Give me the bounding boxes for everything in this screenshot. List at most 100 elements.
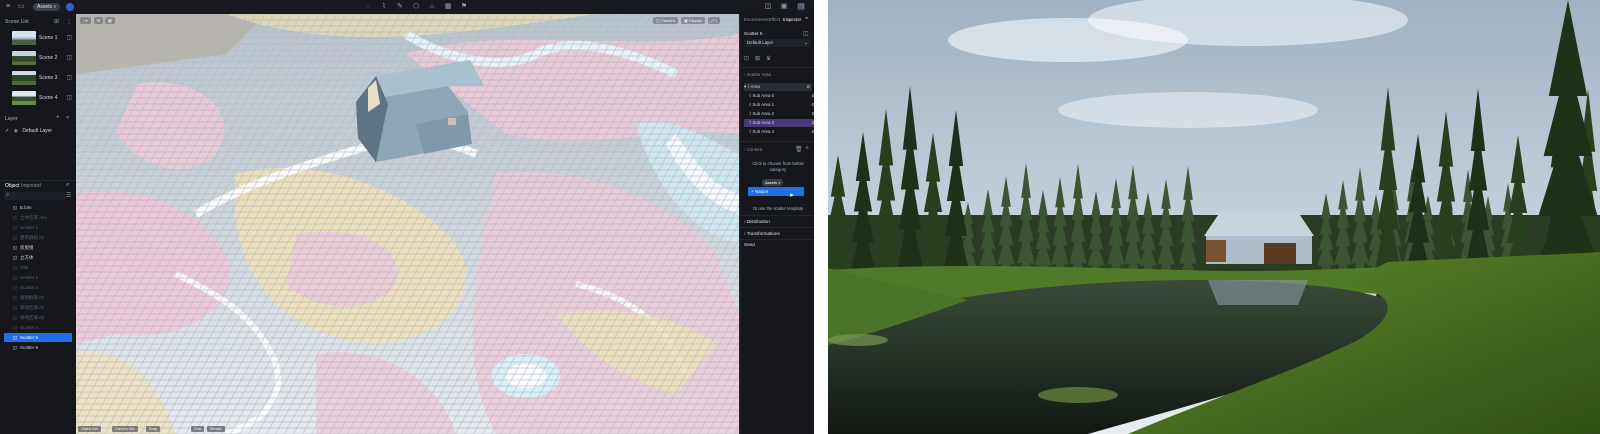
snap-icon[interactable]: ⊞ xyxy=(94,17,104,24)
add-icon[interactable]: + xyxy=(805,145,809,152)
add-layer-icon[interactable]: + xyxy=(56,115,60,121)
check-icon[interactable]: ✓ xyxy=(5,128,9,134)
collapse-icon[interactable]: « xyxy=(66,115,69,121)
eye-icon[interactable]: ◉ xyxy=(14,128,18,134)
object-list-item[interactable]: ◱ Scatter 2 xyxy=(4,273,72,282)
scene-item[interactable]: Scene 4 ◫ xyxy=(12,91,72,105)
scene-item[interactable]: Scene 3 ◫ xyxy=(12,71,72,85)
pin-icon[interactable]: ◌ xyxy=(364,3,372,11)
path-icon[interactable]: ⌇ xyxy=(380,3,388,11)
grid-toggle-icon[interactable]: ▦ xyxy=(105,17,115,24)
camera-chip[interactable]: ◫ Camera xyxy=(653,17,679,24)
template-hint[interactable]: Or use the scatter template xyxy=(748,206,808,211)
display-chip[interactable]: ▣ Display xyxy=(681,17,706,24)
flag-icon[interactable]: ⚑ xyxy=(460,3,468,11)
view-mode-icon[interactable]: ▫ ▾ xyxy=(80,17,91,24)
search-input[interactable]: ⌕ xyxy=(4,192,66,200)
sub-area-item[interactable]: ⌇ Sub Area 0⊘ xyxy=(744,92,817,100)
content-title: › Content xyxy=(744,147,763,152)
add-image-icon[interactable]: ⊡ xyxy=(744,55,749,62)
tab-environment[interactable]: Environment xyxy=(744,17,769,22)
scene-label: Scene 3 xyxy=(39,75,58,81)
building-icon[interactable]: ⌂ xyxy=(428,3,436,11)
scene-item[interactable]: Scene 1 ◫ xyxy=(12,31,72,45)
object-name: Scatter 5 xyxy=(744,31,763,36)
filter-icon[interactable]: ☰ xyxy=(66,192,71,199)
scene-thumbnail xyxy=(12,71,36,85)
object-list-item[interactable]: ◱ E.bim xyxy=(4,203,72,212)
camera-icon[interactable]: ◫ xyxy=(66,74,72,81)
chevron-down-icon: ⌄ xyxy=(804,40,808,45)
object-list-item[interactable]: ◱ 林地区域 02 xyxy=(4,313,72,322)
object-list-item[interactable]: ◱ 草地区域 01 xyxy=(4,303,72,312)
object-list-item[interactable]: ◱ Scatter 5 xyxy=(4,333,72,342)
more-icon[interactable]: ⋮ xyxy=(66,18,72,25)
sub-area-item[interactable]: ⌇ Sub Area 4⊘ xyxy=(744,128,817,136)
object-list-item[interactable]: ◱ 房屋组 xyxy=(4,243,72,252)
status-camera-info: Camera Info xyxy=(112,426,138,432)
add-scene-icon[interactable]: ⊞ xyxy=(54,18,59,25)
camera-icon[interactable]: ◫ xyxy=(66,34,72,41)
shape-icon[interactable]: ⬡ xyxy=(412,3,420,11)
transform-icon[interactable]: ⊠ xyxy=(755,55,760,62)
area-root[interactable]: ▾ ⌇ Area ⊘ xyxy=(744,83,812,91)
object-label: 草地区域 01 xyxy=(20,305,45,310)
divider xyxy=(740,141,815,142)
object-tabs: Object Imported « xyxy=(0,180,76,191)
left-panel: Scene List ⊞ ⋮ Scene 1 ◫ Scene 2 ◫ Scene… xyxy=(0,14,77,434)
object-list-item[interactable]: ◱ 立方体 xyxy=(4,253,72,262)
menu-icon[interactable]: ≡ xyxy=(4,3,12,11)
brush-icon[interactable]: ✎ xyxy=(396,3,404,11)
object-settings-icon[interactable]: ◫ xyxy=(803,30,809,37)
sub-area-item[interactable]: ⌇ Sub Area 3⊘ xyxy=(744,119,817,127)
render-icon[interactable]: ▤ xyxy=(797,3,805,11)
assets-tab[interactable]: Assets ⌕ xyxy=(33,3,61,11)
video-icon[interactable]: ▣ xyxy=(780,3,788,11)
object-list-item[interactable]: ◱ Scatter 4 xyxy=(4,323,72,332)
tab-effect[interactable]: Effect xyxy=(769,17,780,22)
transformations-section[interactable]: › Transformations xyxy=(744,231,780,236)
object-list-item[interactable]: ◱ Scatter 1 xyxy=(4,223,72,232)
object-list-item[interactable]: ◱ Villa xyxy=(4,263,72,272)
area-label: Sub Area 2 xyxy=(752,111,775,116)
sub-area-item[interactable]: ⌇ Sub Area 1⊘ xyxy=(744,101,817,109)
viewport[interactable]: ▫ ▾ ⊞ ▦ ◫ Camera ▣ Display ⤢ ▾ Object In… xyxy=(76,14,739,434)
paint-icon[interactable]: ♛ xyxy=(766,55,771,62)
tab-object[interactable]: Object xyxy=(5,183,19,189)
camera-icon[interactable]: ◫ xyxy=(764,3,772,11)
object-label: 林地区域 02 xyxy=(20,315,45,320)
avatar[interactable] xyxy=(66,3,74,11)
object-type-icon: ◱ xyxy=(12,265,18,270)
trash-icon[interactable]: 🗑 xyxy=(795,146,803,153)
link-icon[interactable]: ⊘ xyxy=(806,83,810,91)
status-snap: Snap xyxy=(146,426,161,432)
collapse-icon[interactable]: « xyxy=(66,182,69,188)
file-icon[interactable]: ▭ xyxy=(17,3,25,11)
scene-item[interactable]: Scene 2 ◫ xyxy=(12,51,72,65)
scene-label: Scene 4 xyxy=(39,95,58,101)
transformations-label: Transformations xyxy=(746,231,780,236)
nature-button[interactable]: + Nature xyxy=(748,187,804,196)
distribution-section[interactable]: › Distribution xyxy=(744,219,770,224)
object-list-item[interactable]: ◱ 立体区域 Aim xyxy=(4,213,72,222)
object-list-item[interactable]: ◱ Scatter 6 xyxy=(4,343,72,352)
object-label: 建筑群组 01 xyxy=(20,235,45,240)
tab-inspector[interactable]: Inspector xyxy=(783,17,801,22)
object-type-icon: ◱ xyxy=(12,305,18,310)
tab-imported[interactable]: Imported xyxy=(21,183,41,189)
scatter-area-title-text: Scatter Area xyxy=(746,72,771,77)
object-list-item[interactable]: ◱ Scatter 3 xyxy=(4,283,72,292)
grid-icon[interactable]: ▦ xyxy=(444,3,452,11)
pin-panel-icon[interactable]: ⌖ xyxy=(805,16,808,23)
camera-icon[interactable]: ◫ xyxy=(66,54,72,61)
status-object-info: Object Info xyxy=(78,426,102,432)
fullscreen-icon[interactable]: ⤢ ▾ xyxy=(708,17,720,24)
object-list-item[interactable]: ◱ 植物群落 01 xyxy=(4,293,72,302)
sub-area-item[interactable]: ⌇ Sub Area 2⊘ xyxy=(744,110,817,118)
object-list-item[interactable]: ◱ 建筑群组 01 xyxy=(4,233,72,242)
content-hint: Click to choose from below category xyxy=(752,161,804,172)
object-type-icon: ◱ xyxy=(12,215,18,220)
camera-icon[interactable]: ◫ xyxy=(66,94,72,101)
layer-select[interactable]: Default Layer ⌄ xyxy=(744,39,811,47)
layer-item[interactable]: ✓ ◉ Default Layer xyxy=(5,128,52,134)
